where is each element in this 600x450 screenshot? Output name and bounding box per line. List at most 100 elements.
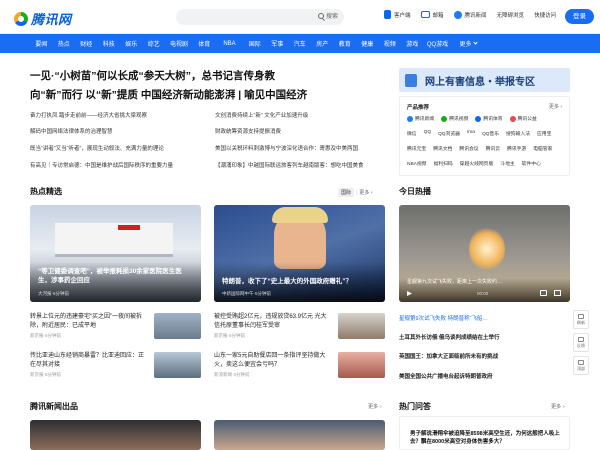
sub-link[interactable]: 有高见｜专访常启德：中国是维护战后国际秩序的重要力量	[30, 161, 173, 169]
product-link[interactable]: 腾讯手游	[507, 145, 526, 152]
product-recommend: 产品推荐 更多 › 腾讯新闻 腾讯视频 腾讯体育 腾讯公益 微信 QQ QQ浏览…	[399, 96, 570, 176]
sub-link[interactable]: 文创消费持续上“新” 文化产业加速升级	[215, 111, 308, 119]
tencent-news-card-1[interactable]	[30, 420, 201, 450]
product-link[interactable]: Ima	[467, 130, 475, 137]
product-item[interactable]: 腾讯新闻	[407, 115, 434, 122]
qa-more-label: 更多	[551, 404, 562, 410]
sub-link[interactable]: 奋力打执凤 踏步走前前——经济大省挑大梁观察	[30, 111, 147, 119]
product-item[interactable]: 腾讯体育	[475, 115, 503, 122]
nav-item[interactable]: 健康	[356, 39, 379, 48]
product-link[interactable]: 斗地主	[500, 160, 514, 167]
product-link[interactable]: 微信	[407, 130, 417, 137]
nav-item[interactable]: 电视剧	[165, 39, 193, 48]
quick-access-label: 快捷访问	[534, 12, 557, 19]
nav-item[interactable]: 体育	[193, 39, 216, 48]
hot-list-item[interactable]: 美国全国公共广播电台起诉特朗普政府	[399, 372, 493, 380]
sub-link[interactable]: 美国以关税环料刺激博与宁波深化语合作：寄惠及中美两国	[215, 144, 358, 152]
news-thumb[interactable]	[154, 352, 201, 378]
product-link[interactable]: NBA视频	[407, 160, 426, 167]
search-input[interactable]: 搜索	[176, 9, 344, 25]
tencent-video-icon	[441, 115, 448, 122]
mail-link[interactable]: 邮箱	[420, 10, 444, 19]
product-link[interactable]: QQ浏览器	[438, 130, 460, 137]
hot-list-item[interactable]: 星舰第9次试飞失败 特朗普称“飞船…	[399, 314, 488, 322]
product-link[interactable]: 电脑管家	[533, 145, 552, 152]
nav-item[interactable]: 房产	[311, 39, 334, 48]
product-label: 腾讯体育	[483, 117, 503, 122]
search-button[interactable]: 搜索	[317, 11, 338, 20]
headline-1[interactable]: 一见·“小树苗”何以长成“参天大树”，总书记言传身教	[30, 68, 275, 83]
news-item[interactable]: 转景上位元的违建豪宅“买之因”一夜间被拆除，附近居民：已成平地	[30, 313, 148, 330]
tencent-logo[interactable]: 腾讯网	[14, 9, 72, 28]
product-link[interactable]: 软件中心	[522, 160, 541, 167]
nav-item[interactable]: 教育	[334, 39, 357, 48]
news-item[interactable]: 传比亚迪山东经销商暴雷？比亚迪回应：正在尽其对接	[30, 352, 148, 369]
news-card-1[interactable]: “等卫健委调查吧”，被举报耗损30余家医院医生医生，涉事药企回应 大河报·6分钟…	[30, 205, 201, 302]
product-link[interactable]: 腾讯元宝	[407, 145, 426, 152]
tencent-sports-icon	[475, 115, 482, 122]
hot-picks-more[interactable]: 更多 ›	[359, 189, 372, 196]
nav-item[interactable]: QQ游戏	[424, 39, 452, 48]
nav-more[interactable]: 更多	[460, 39, 478, 48]
video-player[interactable]: 星舰第九次试飞失败，距离上一次失败约… 00:00	[399, 205, 570, 302]
volume-icon[interactable]	[540, 290, 547, 296]
nav-item[interactable]: 国际	[244, 39, 267, 48]
product-item[interactable]: 腾讯视频	[441, 115, 468, 122]
qa-title: 热门问答	[399, 402, 431, 411]
hot-list-item[interactable]: 土耳其外长访俄 俄乌谈判成绩结在土举行	[399, 333, 500, 341]
product-link[interactable]: QQ	[424, 130, 431, 137]
news-card-2[interactable]: 特朗普，收下了“史上最大的外国政府赠礼”？ 中新国际网中午·5分钟前	[214, 205, 385, 302]
product-link[interactable]: 应用宝	[537, 130, 551, 137]
tencent-charity-icon	[509, 115, 516, 122]
product-row: NBA视频 福利扫码 穿越火线网页版 斗地主 软件中心	[407, 160, 541, 167]
tencent-news-more[interactable]: 更多 ›	[368, 403, 382, 411]
region-tag[interactable]: 国际	[338, 188, 355, 197]
report-banner[interactable]: 网上有害信息・举报专区	[399, 68, 570, 92]
sub-link[interactable]: 既当“讲者”又当“听者”，展现生动叙法、充满力量的理论	[30, 144, 164, 152]
news-item[interactable]: 山东一家5元自助餐店回一条指评坚持做大火，卖这么便宜会亏吗？	[214, 352, 332, 369]
nav-item[interactable]: NBA	[216, 41, 244, 47]
nav-item[interactable]: 要闻	[30, 39, 53, 48]
fullscreen-icon[interactable]	[554, 290, 561, 296]
qa-more[interactable]: 更多 ›	[551, 403, 565, 411]
news-item[interactable]: 被控受贿超2亿元，违规放贷63.9亿元 光大信托原董事长闫桂军受审	[214, 313, 332, 330]
nav-item[interactable]: 财经	[75, 39, 98, 48]
tencent-news-link[interactable]: 腾讯新闻	[453, 10, 487, 19]
hot-list-item[interactable]: 英国国王：加拿大正面临前所未有的挑战	[399, 352, 498, 360]
product-link[interactable]: 搜狗输入法	[506, 130, 530, 137]
news-thumb[interactable]	[338, 352, 385, 378]
product-link[interactable]: 穿越火线网页版	[460, 160, 494, 167]
hot-list-text: 星舰第9次试飞失败	[399, 316, 447, 322]
headline-2[interactable]: 向“新”而行 以“新”提质 中国经济新动能澎湃 | 喻见中国经济	[30, 87, 307, 102]
accessibility-link[interactable]: 无障碍浏览	[497, 10, 525, 19]
nav-item[interactable]: 游戏	[401, 39, 424, 48]
sub-link[interactable]: 【潮涌印象】中越国际联运旅客列车越南版客：想吃中国美食	[215, 161, 364, 169]
product-link[interactable]: 腾讯会议	[459, 145, 478, 152]
product-item[interactable]: 腾讯公益	[509, 115, 537, 122]
quick-access-link[interactable]: 快捷访问	[534, 10, 556, 19]
qa-card[interactable]: 男子解说滑翔伞被迫降至8598米高空生还，为何这般把人吸上去？飘在8000米高空…	[399, 416, 570, 450]
news-thumb[interactable]	[338, 313, 385, 339]
feedback-button[interactable]: 反馈	[573, 333, 589, 352]
nav-item[interactable]: 科技	[98, 39, 121, 48]
login-button[interactable]: 登录	[565, 9, 594, 24]
tencent-news-card-2[interactable]	[214, 420, 385, 450]
back-to-top-button[interactable]: 顶部	[573, 356, 589, 375]
nav-item[interactable]: 视频	[379, 39, 402, 48]
nav-item[interactable]: 军事	[266, 39, 289, 48]
product-link[interactable]: 福利扫码	[433, 160, 452, 167]
nav-item[interactable]: 热点	[53, 39, 76, 48]
nav-item[interactable]: 娱乐	[120, 39, 143, 48]
product-more[interactable]: 更多 ›	[549, 103, 562, 110]
nav-item[interactable]: 汽车	[289, 39, 312, 48]
product-link[interactable]: QQ音乐	[482, 130, 499, 137]
tencent-news-icon	[407, 115, 413, 122]
sub-link[interactable]: 解码中国网络法律体系的治理智慧	[30, 127, 113, 135]
sub-link[interactable]: 财政统筹资源支持提振消费	[215, 127, 281, 135]
nav-item[interactable]: 综艺	[143, 39, 166, 48]
product-link[interactable]: 腾讯云	[486, 145, 500, 152]
client-link[interactable]: 客户端	[384, 10, 411, 19]
refresh-button[interactable]: 刷新	[573, 310, 589, 329]
news-thumb[interactable]	[154, 313, 201, 339]
product-link[interactable]: 腾讯文档	[433, 145, 452, 152]
